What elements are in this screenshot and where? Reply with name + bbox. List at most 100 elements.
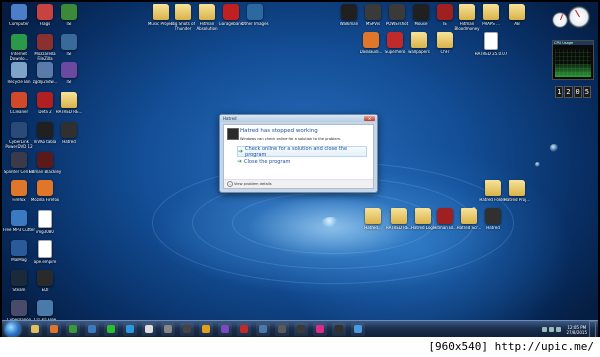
media-player-icon — [88, 325, 96, 333]
desktop-icon[interactable]: ape.empire — [30, 240, 60, 274]
taskbar-clock[interactable]: 12:05 PM 27/8/2015 — [566, 325, 587, 335]
desktop-icon-label: Hatred — [62, 140, 76, 144]
desktop-icon[interactable]: ChFr — [430, 32, 460, 66]
folder-icon — [199, 4, 215, 20]
clock-digit: 0 — [573, 86, 582, 98]
app-icon — [389, 4, 405, 20]
taskbar-button[interactable] — [313, 323, 327, 336]
show-desktop-button[interactable] — [589, 321, 596, 338]
app-icon — [37, 62, 53, 78]
desktop-icon[interactable]: EDI — [30, 270, 60, 304]
app-icon — [223, 4, 239, 20]
audio-icon — [11, 210, 27, 226]
close-program-option[interactable]: ➔ Close the program — [237, 157, 367, 166]
start-button[interactable] — [5, 322, 20, 337]
taskbar-button[interactable] — [28, 323, 42, 336]
app-icon — [240, 325, 248, 333]
app-icon — [247, 4, 263, 20]
desktop-icon-label: Hatred — [486, 226, 500, 230]
app-icon — [183, 325, 191, 333]
taskbar-button[interactable] — [180, 323, 194, 336]
cpu-graph-plot — [555, 49, 591, 77]
desktop-icon-label: Mozilla Firefox — [30, 198, 60, 202]
taskbar-button[interactable] — [142, 323, 156, 336]
app-icon — [37, 34, 53, 50]
desktop-icon[interactable]: HATRED RE... — [54, 92, 84, 126]
document-icon — [484, 32, 498, 50]
app-icon — [259, 325, 267, 333]
app-icon — [37, 122, 53, 138]
taskbar-button[interactable] — [294, 323, 308, 336]
desktop-icon-label: EDI — [41, 288, 49, 292]
taskbar-button[interactable] — [161, 323, 175, 336]
desktop-icon-label: ISI — [66, 22, 72, 26]
watermark-text: [960x540] http://upic.me/ — [428, 340, 594, 353]
app-icon — [354, 325, 362, 333]
desktop-icon[interactable]: Hatred — [54, 122, 84, 156]
computer-icon — [11, 4, 27, 20]
dialog-body: Hatred has stopped working Windows can c… — [223, 124, 374, 189]
desktop-icon[interactable]: ISI — [54, 62, 84, 96]
check-online-option[interactable]: ➔ Check online for a solution and close … — [237, 146, 367, 158]
desktop-icon[interactable]: ISI — [54, 4, 84, 38]
desktop-icon[interactable]: Hatred — [478, 208, 508, 242]
explorer-icon — [31, 325, 39, 333]
app-icon — [61, 34, 77, 50]
cpu-gauge — [552, 12, 568, 28]
desktop-icon[interactable]: Other Images — [240, 4, 270, 38]
app-icon — [37, 270, 53, 286]
taskbar-button[interactable] — [85, 323, 99, 336]
taskbar-button[interactable] — [104, 323, 118, 336]
desktop-icon-label: ISI — [66, 80, 72, 84]
water-drop — [535, 162, 540, 167]
taskbar-button[interactable] — [332, 323, 346, 336]
folder-icon — [175, 4, 191, 20]
water-drop — [550, 144, 558, 152]
folder-icon — [153, 4, 169, 20]
app-icon — [11, 300, 27, 316]
desktop-icon-label: HATRED 25.0.07 — [474, 52, 508, 56]
game-icon — [11, 152, 27, 168]
close-button[interactable]: ✕ — [364, 116, 375, 121]
error-description: Windows can check online for a solution … — [240, 137, 342, 141]
app-icon — [37, 300, 53, 316]
game-icon — [485, 208, 501, 224]
clock-date: 27/8/2015 — [566, 329, 587, 335]
folder-icon — [415, 208, 431, 224]
desktop-icon[interactable]: AB — [502, 4, 532, 38]
arrow-right-icon: ➔ — [238, 148, 244, 155]
app-icon — [11, 240, 27, 256]
download-icon — [11, 34, 27, 50]
app-icon — [387, 32, 403, 48]
chevron-down-icon: ⌄ — [227, 181, 233, 187]
taskbar-button[interactable] — [123, 323, 137, 336]
app-icon — [363, 32, 379, 48]
desktop-icon[interactable]: HATRED 25.0.07 — [474, 32, 508, 66]
desktop-icon-label: Hatred Proj... — [503, 198, 531, 202]
view-details-toggle[interactable]: ⌄ View problem details — [227, 181, 272, 187]
taskbar-button[interactable] — [237, 323, 251, 336]
taskbar-button[interactable] — [66, 323, 80, 336]
tray-volume-icon[interactable] — [556, 327, 562, 332]
desktop-icon-label: Other Images — [241, 22, 269, 26]
app-icon — [278, 325, 286, 333]
taskbar-button[interactable] — [256, 323, 270, 336]
taskbar-button[interactable] — [275, 323, 289, 336]
clock-time: 12:05 PM — [567, 324, 587, 330]
view-details-label: View problem details — [234, 182, 272, 186]
desktop-icon[interactable]: Mozilla Firefox — [30, 180, 60, 214]
taskbar-button[interactable] — [199, 323, 213, 336]
tray-network-icon[interactable] — [549, 327, 555, 332]
game-icon — [61, 122, 77, 138]
document-icon — [38, 210, 52, 228]
taskbar-button[interactable] — [351, 323, 365, 336]
app-icon — [365, 4, 381, 20]
app-icon — [37, 92, 53, 108]
dialog-titlebar[interactable]: Hatred ✕ — [220, 115, 377, 122]
taskbar-button[interactable] — [47, 323, 61, 336]
desktop-icon[interactable]: img3080 — [30, 210, 60, 244]
folder-icon — [61, 92, 77, 108]
taskbar-button[interactable] — [218, 323, 232, 336]
folder-icon — [437, 32, 453, 48]
tray-flag-icon[interactable] — [542, 327, 548, 332]
